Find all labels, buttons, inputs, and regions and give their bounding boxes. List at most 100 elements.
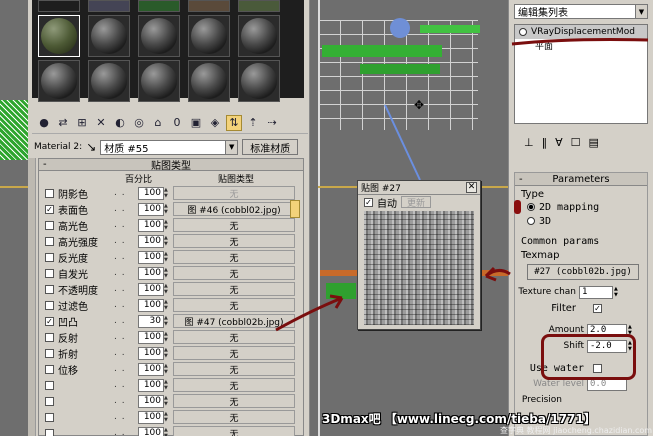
- map-enable-checkbox[interactable]: [45, 428, 54, 436]
- map-enable-checkbox[interactable]: ✓: [45, 316, 54, 326]
- map-amount-input[interactable]: 100: [138, 346, 164, 360]
- map-amount-spinner[interactable]: ▲ ▼: [164, 363, 170, 376]
- sample-slot[interactable]: [138, 15, 180, 57]
- map-enable-checkbox[interactable]: [45, 348, 54, 358]
- sample-slot[interactable]: [88, 60, 130, 102]
- close-icon[interactable]: ✕: [466, 182, 477, 193]
- sample-slot[interactable]: [188, 0, 230, 12]
- map-amount-input[interactable]: 100: [138, 378, 164, 392]
- pick-material-icon[interactable]: ↘: [86, 140, 96, 154]
- map-amount-spinner[interactable]: ▲ ▼: [164, 331, 170, 344]
- map-amount-input[interactable]: 100: [138, 186, 164, 200]
- map-amount-input[interactable]: 100: [138, 218, 164, 232]
- map-preview-titlebar[interactable]: 贴图 #27 ✕: [358, 181, 480, 195]
- map-slot-button[interactable]: 无: [173, 234, 295, 248]
- reset-map-icon[interactable]: ✕: [93, 115, 109, 131]
- put-library-icon[interactable]: ⌂: [150, 115, 166, 131]
- map-amount-spinner[interactable]: ▲ ▼: [164, 219, 170, 232]
- map-amount-spinner[interactable]: ▲ ▼: [164, 315, 170, 328]
- make-unique-icon[interactable]: ◎: [131, 115, 147, 131]
- go-to-parent-icon[interactable]: ⇡: [245, 115, 261, 131]
- assign-material-icon[interactable]: ⊞: [74, 115, 90, 131]
- texture-chan-spinner[interactable]: ▲ ▼: [614, 286, 620, 299]
- sample-slot[interactable]: [88, 0, 130, 12]
- sample-slot[interactable]: [188, 60, 230, 102]
- sample-slot[interactable]: [38, 60, 80, 102]
- show-end-result-icon[interactable]: ◈: [207, 115, 223, 131]
- radio-3d[interactable]: [527, 217, 535, 225]
- sample-slot[interactable]: [238, 60, 280, 102]
- map-enable-checkbox[interactable]: [45, 300, 54, 310]
- map-slot-button[interactable]: 无: [173, 410, 295, 424]
- map-amount-spinner[interactable]: ▲ ▼: [164, 251, 170, 264]
- show-map-icon[interactable]: ▣: [188, 115, 204, 131]
- material-id-icon[interactable]: 0: [169, 115, 185, 131]
- map-amount-spinner[interactable]: ▲ ▼: [164, 395, 170, 408]
- map-amount-spinner[interactable]: ▲ ▼: [164, 379, 170, 392]
- texmap-button[interactable]: #27 (cobbl02b.jpg): [527, 264, 639, 280]
- parameters-header[interactable]: - Parameters: [515, 173, 647, 186]
- map-amount-spinner[interactable]: ▲ ▼: [164, 411, 170, 424]
- map-slot-button[interactable]: 无: [173, 218, 295, 232]
- update-button[interactable]: 更新: [401, 196, 431, 209]
- map-amount-spinner[interactable]: ▲ ▼: [164, 283, 170, 296]
- map-slot-button[interactable]: 无: [173, 394, 295, 408]
- map-amount-spinner[interactable]: ▲ ▼: [164, 347, 170, 360]
- auto-checkbox[interactable]: ✓: [364, 197, 373, 207]
- sample-slot[interactable]: [138, 60, 180, 102]
- map-slot-button[interactable]: 无: [173, 378, 295, 392]
- map-slot-button[interactable]: 无: [173, 362, 295, 376]
- type-2d-option[interactable]: 2D mapping: [515, 200, 647, 214]
- map-enable-checkbox[interactable]: [45, 380, 54, 390]
- map-enable-checkbox[interactable]: [45, 412, 54, 422]
- texture-chan-input[interactable]: 1: [579, 285, 613, 299]
- show-end-result-icon[interactable]: ‖: [542, 136, 548, 149]
- map-enable-checkbox[interactable]: [45, 396, 54, 406]
- get-material-icon[interactable]: ●: [36, 115, 52, 131]
- rollout-scroll-thumb[interactable]: [290, 200, 300, 218]
- put-to-scene-icon[interactable]: ⇄: [55, 115, 71, 131]
- sample-slot[interactable]: [138, 0, 180, 12]
- sample-slot[interactable]: [238, 15, 280, 57]
- map-amount-input[interactable]: 100: [138, 298, 164, 312]
- map-enable-checkbox[interactable]: [45, 252, 54, 262]
- map-amount-input[interactable]: 100: [138, 410, 164, 424]
- material-name-select[interactable]: 材质 #55 ▼: [100, 139, 239, 155]
- remove-modifier-icon[interactable]: ☐: [571, 136, 581, 149]
- move-gizmo-icon[interactable]: ✥: [414, 98, 424, 112]
- pin-stack-icon[interactable]: ⊥: [524, 136, 534, 149]
- map-amount-input[interactable]: 30: [138, 314, 164, 328]
- map-amount-spinner[interactable]: ▲ ▼: [164, 427, 170, 436]
- map-enable-checkbox[interactable]: [45, 284, 54, 294]
- radio-2d-mapping[interactable]: [527, 203, 535, 211]
- modifier-list-select[interactable]: 编辑集列表 ▼: [514, 4, 648, 19]
- material-type-button[interactable]: 标准材质: [242, 139, 299, 155]
- maps-rollout-header[interactable]: - 贴图类型: [39, 159, 303, 172]
- sample-slot[interactable]: [38, 0, 80, 12]
- map-amount-input[interactable]: 100: [138, 250, 164, 264]
- map-amount-input[interactable]: 100: [138, 362, 164, 376]
- show-map-in-viewport-icon[interactable]: ⇅: [226, 114, 242, 131]
- map-amount-input[interactable]: 100: [138, 394, 164, 408]
- map-slot-button[interactable]: 无: [173, 250, 295, 264]
- make-unique-icon[interactable]: ∀: [555, 136, 563, 149]
- map-amount-spinner[interactable]: ▲ ▼: [164, 235, 170, 248]
- map-enable-checkbox[interactable]: [45, 332, 54, 342]
- map-enable-checkbox[interactable]: [45, 364, 54, 374]
- map-amount-input[interactable]: 100: [138, 202, 164, 216]
- map-slot-button[interactable]: 无: [173, 426, 295, 436]
- rollout-scrollbar[interactable]: [28, 158, 36, 436]
- lightbulb-icon[interactable]: [519, 28, 527, 36]
- configure-sets-icon[interactable]: ▤: [589, 136, 599, 149]
- map-amount-spinner[interactable]: ▲ ▼: [164, 267, 170, 280]
- go-forward-icon[interactable]: ⇢: [264, 115, 280, 131]
- map-slot-button[interactable]: 无: [173, 186, 295, 200]
- type-3d-option[interactable]: 3D: [515, 214, 647, 228]
- map-slot-button[interactable]: 无: [173, 266, 295, 280]
- map-amount-input[interactable]: 100: [138, 282, 164, 296]
- sample-slot[interactable]: [188, 15, 230, 57]
- sample-slot[interactable]: [238, 0, 280, 12]
- map-amount-input[interactable]: 100: [138, 234, 164, 248]
- map-amount-input[interactable]: 100: [138, 266, 164, 280]
- map-amount-input[interactable]: 100: [138, 330, 164, 344]
